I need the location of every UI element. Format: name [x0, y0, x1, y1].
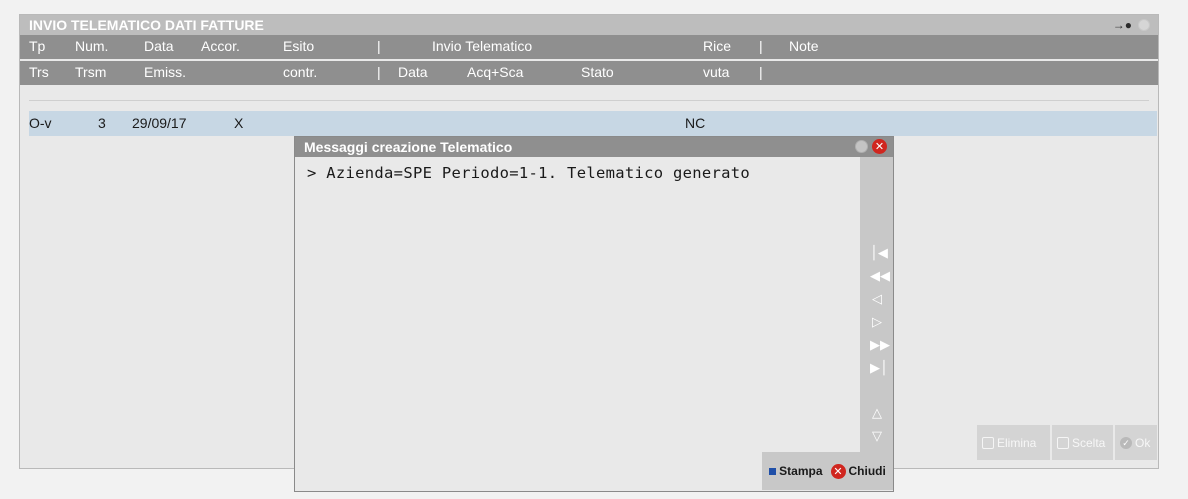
- table-row[interactable]: O-v 3 29/09/17 X NC: [29, 111, 1157, 136]
- cell-accor: X: [234, 115, 244, 131]
- col-tp[interactable]: Tp: [29, 38, 45, 54]
- window-title: INVIO TELEMATICO DATI FATTURE: [29, 17, 264, 33]
- col-emiss[interactable]: Emiss.: [144, 64, 186, 80]
- print-icon: [769, 467, 777, 475]
- col-trsm[interactable]: Trsm: [75, 64, 106, 80]
- col-data[interactable]: Data: [144, 38, 174, 54]
- navigation-panel: │◀ ◀◀ ◁ ▷ ▶▶ ▶│ △ ▽: [860, 157, 893, 452]
- scroll-top-icon[interactable]: △: [870, 407, 884, 421]
- column-header-row-1: Tp Num. Data Accor. Esito | Invio Telema…: [20, 35, 1158, 59]
- col-rice[interactable]: Rice: [703, 38, 731, 54]
- pin-icon[interactable]: →●: [1113, 18, 1132, 32]
- close-icon: ✕: [830, 463, 846, 479]
- first-page-icon[interactable]: │◀: [870, 247, 888, 261]
- stampa-label: Stampa: [779, 464, 823, 478]
- chiudi-button[interactable]: ✕ Chiudi: [830, 463, 886, 479]
- col-invio-data[interactable]: Data: [398, 64, 428, 80]
- scroll-bottom-icon[interactable]: ▽: [870, 430, 884, 444]
- scelta-button[interactable]: Scelta: [1052, 425, 1113, 460]
- messaggi-dialog: Messaggi creazione Telematico ✕ > Aziend…: [294, 136, 894, 492]
- previous-icon[interactable]: ◁: [870, 293, 884, 307]
- stampa-button[interactable]: Stampa: [769, 464, 823, 478]
- col-separator: |: [759, 38, 763, 54]
- enter-icon: [1057, 436, 1069, 449]
- chiudi-label: Chiudi: [848, 464, 886, 478]
- fast-rewind-icon[interactable]: ◀◀: [870, 270, 890, 284]
- header-divider: [29, 100, 1149, 101]
- column-header-row-2: Trs Trsm Emiss. contr. | Data Acq+Sca St…: [20, 61, 1158, 85]
- col-acq-sca[interactable]: Acq+Sca: [467, 64, 523, 80]
- col-trs[interactable]: Trs: [29, 64, 49, 80]
- dialog-titlebar[interactable]: Messaggi creazione Telematico ✕: [295, 137, 893, 157]
- col-note[interactable]: Note: [789, 38, 819, 54]
- window-dot-icon[interactable]: [1138, 19, 1150, 31]
- message-text: > Azienda=SPE Periodo=1-1. Telematico ge…: [307, 164, 751, 182]
- col-invio-telematico[interactable]: Invio Telematico: [432, 38, 532, 54]
- elimina-label: Elimina: [997, 435, 1037, 450]
- window-titlebar[interactable]: INVIO TELEMATICO DATI FATTURE →●: [20, 15, 1158, 35]
- col-separator: |: [759, 64, 763, 80]
- fast-forward-icon[interactable]: ▶▶: [870, 339, 890, 353]
- dialog-dot-icon[interactable]: [855, 140, 868, 153]
- col-num[interactable]: Num.: [75, 38, 108, 54]
- cell-num: 3: [98, 115, 106, 131]
- col-vuta[interactable]: vuta: [703, 64, 729, 80]
- trash-icon: [982, 436, 994, 449]
- cell-ricevuta: NC: [685, 115, 706, 131]
- scelta-label: Scelta: [1072, 435, 1106, 450]
- ok-button[interactable]: ✓ Ok: [1115, 425, 1157, 460]
- elimina-button[interactable]: Elimina: [977, 425, 1050, 460]
- col-accor[interactable]: Accor.: [201, 38, 240, 54]
- close-icon[interactable]: ✕: [872, 139, 887, 154]
- col-separator: |: [377, 64, 381, 80]
- ok-label: Ok: [1135, 435, 1151, 450]
- col-separator: |: [377, 38, 381, 54]
- col-stato[interactable]: Stato: [581, 64, 614, 80]
- cell-data: 29/09/17: [132, 115, 187, 131]
- dialog-title: Messaggi creazione Telematico: [304, 139, 513, 155]
- dialog-footer: Stampa ✕ Chiudi: [762, 452, 893, 490]
- check-icon: ✓: [1120, 436, 1132, 449]
- cell-tp: O-v: [29, 115, 52, 131]
- last-page-icon[interactable]: ▶│: [870, 362, 888, 376]
- col-contr[interactable]: contr.: [283, 64, 317, 80]
- next-icon[interactable]: ▷: [870, 316, 884, 330]
- col-esito[interactable]: Esito: [283, 38, 314, 54]
